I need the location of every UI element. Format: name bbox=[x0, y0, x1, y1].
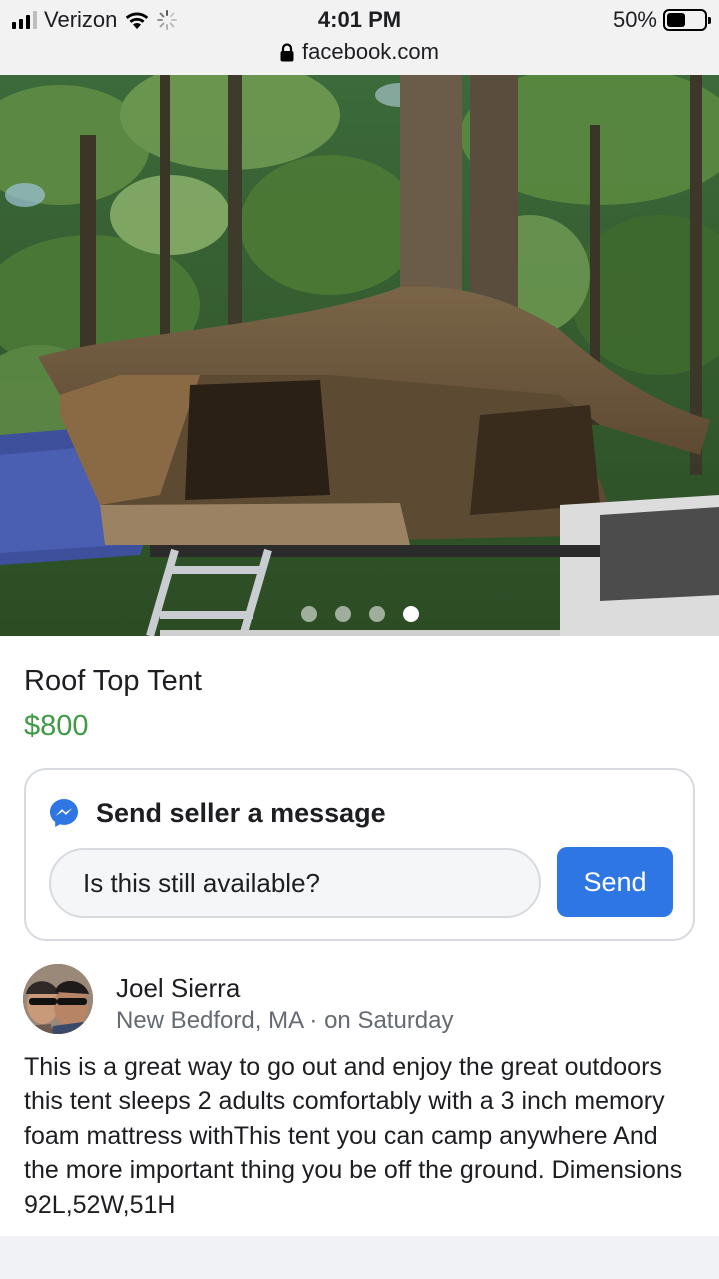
listing-title: Roof Top Tent bbox=[24, 665, 202, 697]
seller-location-time: New Bedford, MA · on Saturday bbox=[116, 1007, 454, 1034]
seller-avatar[interactable] bbox=[23, 964, 93, 1034]
listing-photo[interactable] bbox=[0, 75, 719, 636]
listing-details: Roof Top Tent $800 Send seller a message… bbox=[0, 636, 719, 1236]
photo-dot-active[interactable] bbox=[402, 606, 419, 622]
battery-icon bbox=[663, 9, 711, 31]
battery-percent: 50% bbox=[612, 7, 657, 32]
clock: 4:01 PM bbox=[317, 7, 402, 32]
message-seller-card: Send seller a message Is this still avai… bbox=[24, 768, 695, 941]
address-bar[interactable]: facebook.com bbox=[0, 38, 719, 66]
message-input[interactable]: Is this still available? bbox=[49, 848, 541, 918]
photo-pagination[interactable] bbox=[0, 606, 719, 622]
photo-dot[interactable] bbox=[368, 606, 385, 622]
listing-price: $800 bbox=[24, 710, 89, 742]
listing-description: This is a great way to go out and enjoy … bbox=[24, 1053, 683, 1219]
messenger-icon bbox=[50, 799, 78, 827]
message-header: Send seller a message bbox=[48, 796, 386, 830]
seller-name[interactable]: Joel Sierra bbox=[116, 972, 240, 1004]
photo-dot[interactable] bbox=[300, 606, 317, 622]
message-heading: Send seller a message bbox=[96, 798, 386, 828]
seller-info[interactable]: Joel Sierra New Bedford, MA · on Saturda… bbox=[23, 964, 713, 1034]
send-button[interactable]: Send bbox=[557, 847, 673, 917]
url-text: facebook.com bbox=[302, 39, 439, 64]
tent-photo-image bbox=[0, 75, 719, 636]
lock-icon bbox=[280, 42, 294, 61]
status-right: 50% bbox=[612, 6, 711, 34]
photo-dot[interactable] bbox=[334, 606, 351, 622]
page-background-footer bbox=[0, 1236, 719, 1279]
status-bar: Verizon 4:01 PM 50% facebook.com bbox=[0, 0, 719, 75]
